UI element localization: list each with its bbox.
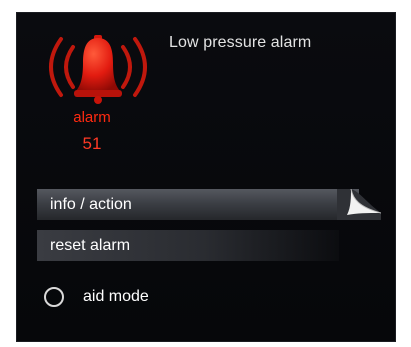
info-action-button[interactable]: info / action xyxy=(37,189,381,220)
info-action-label: info / action xyxy=(50,196,132,213)
alarm-code: 51 xyxy=(82,134,102,153)
reset-alarm-button[interactable]: reset alarm xyxy=(37,230,339,261)
alarm-title: Low pressure alarm xyxy=(169,34,312,51)
page-curl-icon xyxy=(337,189,381,220)
bell-alarm-icon xyxy=(49,35,147,104)
aid-mode-toggle[interactable]: aid mode xyxy=(44,284,149,310)
alarm-label: alarm xyxy=(73,109,111,126)
aid-mode-label: aid mode xyxy=(83,288,149,305)
aid-mode-radio[interactable] xyxy=(44,287,64,307)
reset-alarm-label: reset alarm xyxy=(50,237,131,254)
alarm-panel: Low pressure alarm alarm 51 info / actio… xyxy=(16,12,396,342)
